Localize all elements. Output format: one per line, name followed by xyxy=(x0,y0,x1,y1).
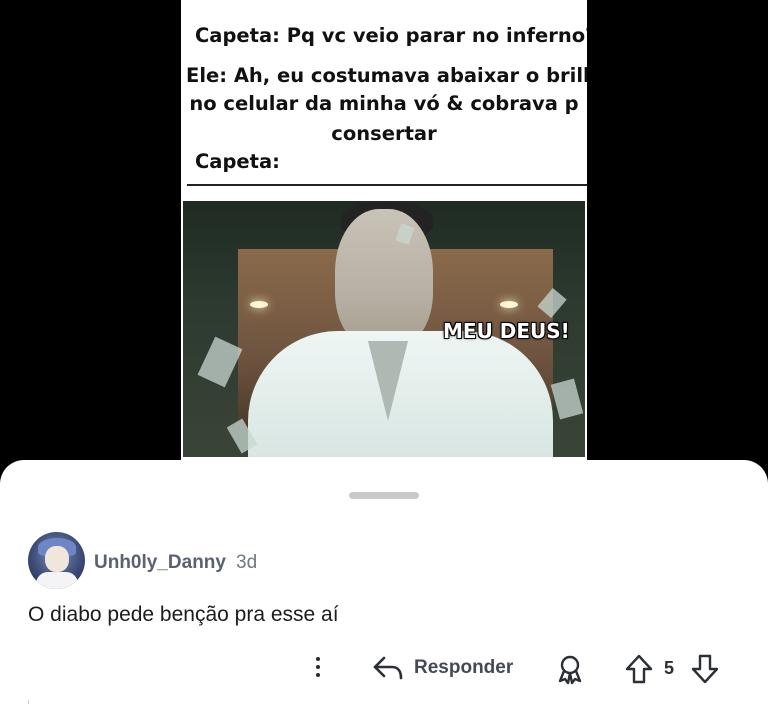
ceiling-lamp xyxy=(500,301,518,308)
avatar[interactable] xyxy=(28,532,85,589)
comment-text: O diabo pede benção pra esse aí xyxy=(28,603,339,626)
meme-photo: MEU DEUS! xyxy=(183,201,585,457)
comment-timestamp: 3d xyxy=(236,552,258,573)
more-dot xyxy=(316,665,320,669)
meme-text-line: Capeta: xyxy=(195,150,280,173)
award-icon[interactable] xyxy=(553,652,587,686)
meme-text-line: Capeta: Pq vc veio parar no inferno? xyxy=(195,24,587,47)
more-dot xyxy=(316,673,320,677)
meme-text-block: Capeta: Pq vc veio parar no inferno? Ele… xyxy=(181,0,587,190)
upvote-arrow-icon[interactable] xyxy=(622,652,656,686)
post-image[interactable]: Capeta: Pq vc veio parar no inferno? Ele… xyxy=(181,0,587,460)
meme-divider xyxy=(187,184,587,186)
drag-handle[interactable] xyxy=(349,492,419,499)
person-face xyxy=(335,209,433,349)
vote-score: 5 xyxy=(664,658,675,678)
reply-arrow-icon xyxy=(372,654,404,682)
comment-username[interactable]: Unh0ly_Danny xyxy=(94,552,226,574)
avatar-shirt xyxy=(36,572,78,589)
more-dot xyxy=(316,657,320,661)
meme-caption: MEU DEUS! xyxy=(443,319,570,343)
screen: Capeta: Pq vc veio parar no inferno? Ele… xyxy=(0,0,768,704)
meme-text-line: no celular da minha vó & cobrava p xyxy=(189,92,579,115)
ceiling-lamp xyxy=(250,301,268,308)
divider-mark xyxy=(28,700,29,704)
downvote-arrow-icon[interactable] xyxy=(688,652,722,686)
glass-shard xyxy=(197,336,243,388)
comment-sheet: Unh0ly_Danny 3d O diabo pede benção pra … xyxy=(0,460,768,704)
glass-shard xyxy=(550,378,584,420)
comment-actions: Responder 5 xyxy=(0,650,768,690)
avatar-face xyxy=(45,546,69,572)
more-vertical-icon[interactable] xyxy=(306,652,330,682)
reply-button[interactable]: Responder xyxy=(372,650,513,686)
reply-label: Responder xyxy=(414,657,514,678)
